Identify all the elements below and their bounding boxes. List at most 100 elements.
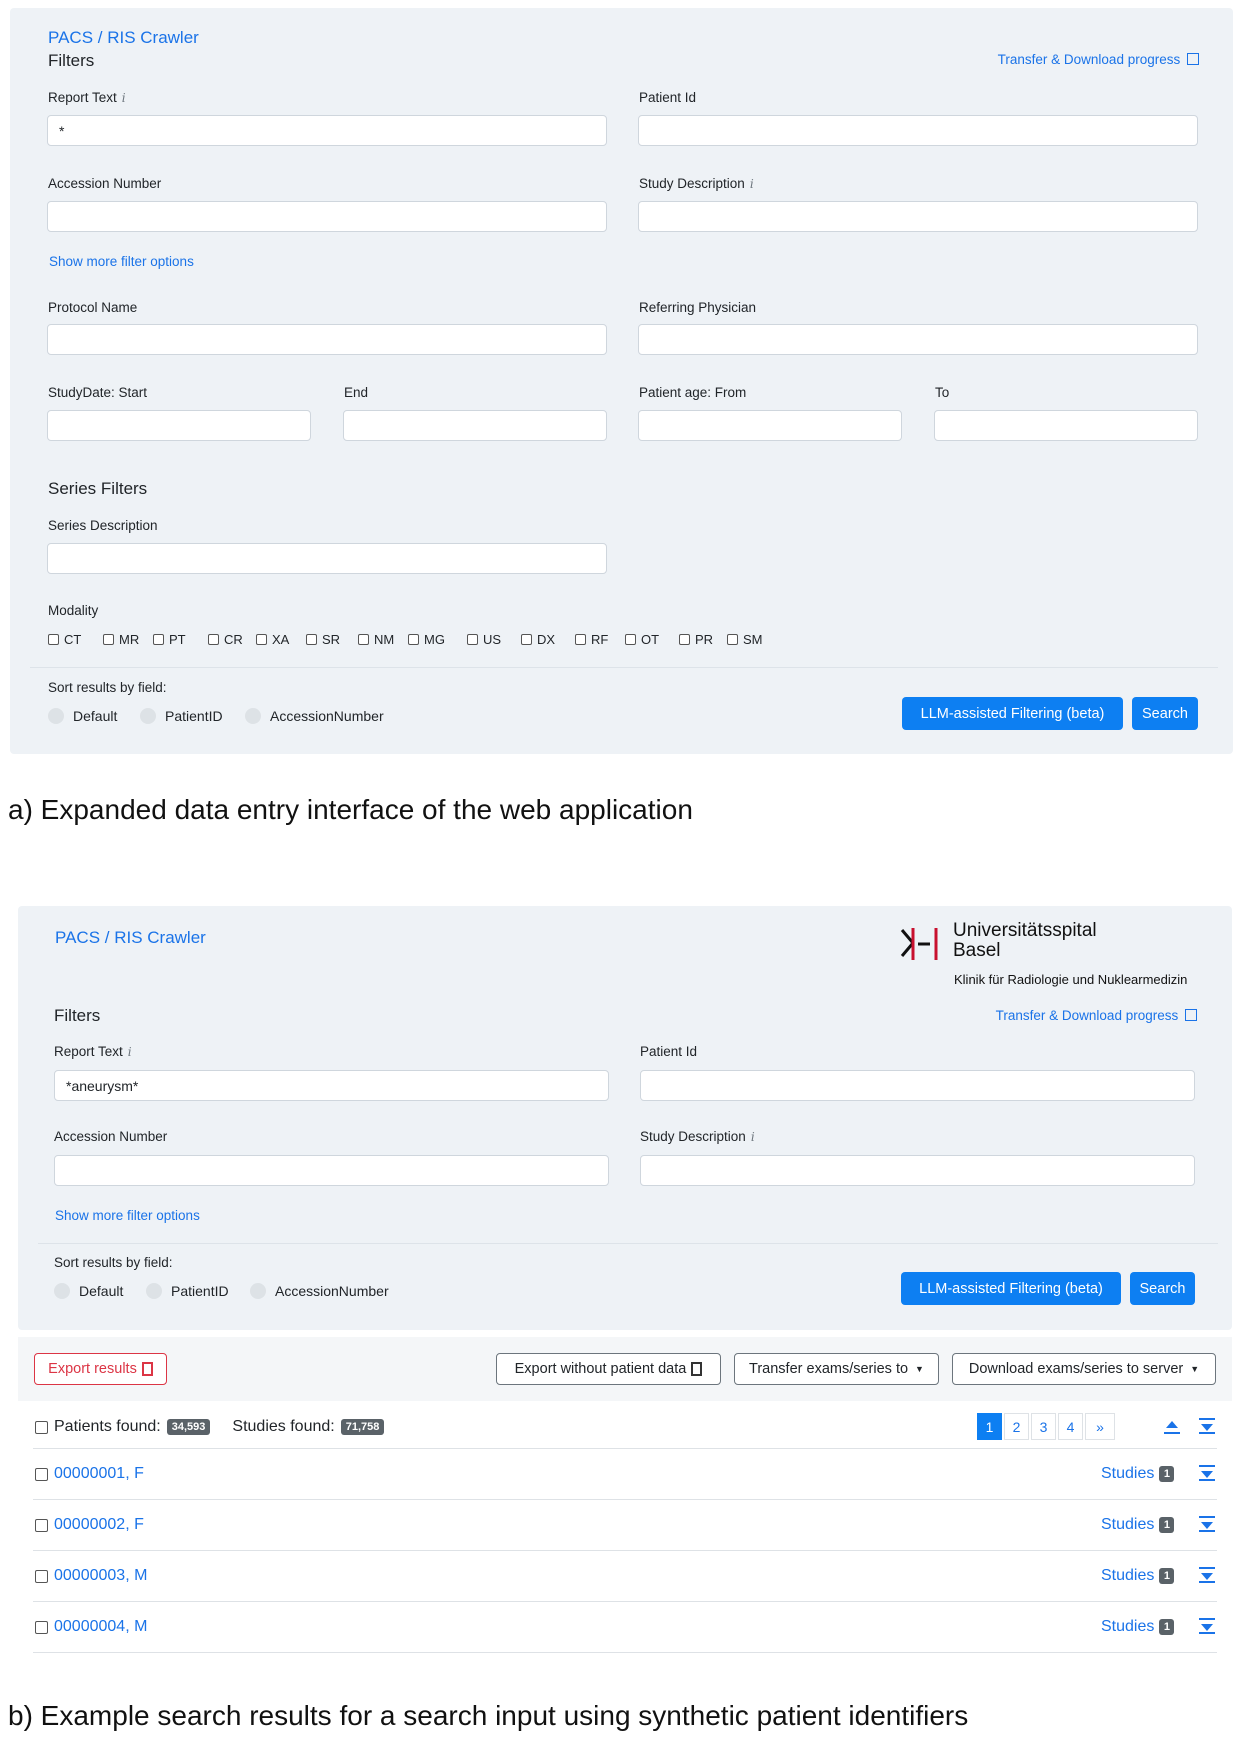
modality-checkbox-sm[interactable]: SM <box>727 632 763 647</box>
export-results-button[interactable]: Export results <box>34 1353 167 1385</box>
checkbox[interactable] <box>48 634 59 645</box>
transfer-exams-dropdown[interactable]: Transfer exams/series to ▼ <box>734 1353 939 1385</box>
modality-checkbox-dx[interactable]: DX <box>521 632 555 647</box>
expand-row-icon[interactable] <box>1198 1464 1216 1487</box>
row-checkbox[interactable] <box>35 1467 48 1481</box>
search-button[interactable]: Search <box>1130 1272 1195 1305</box>
study-description-input[interactable] <box>640 1155 1195 1186</box>
expand-all-icon[interactable] <box>1198 1417 1216 1435</box>
export-without-patient-data-button[interactable]: Export without patient data <box>496 1353 721 1385</box>
row-checkbox[interactable] <box>35 1518 48 1532</box>
sort-option-default[interactable]: Default <box>54 1283 123 1299</box>
patient-id-input[interactable] <box>638 115 1198 146</box>
modality-checkbox-pr[interactable]: PR <box>679 632 713 647</box>
collapse-all-icon[interactable] <box>1163 1417 1181 1435</box>
checkbox[interactable] <box>467 634 478 645</box>
patient-age-from-input[interactable] <box>638 410 902 441</box>
modality-checkbox-ct[interactable]: CT <box>48 632 81 647</box>
report-text-input[interactable] <box>54 1070 609 1101</box>
patient-link[interactable]: 00000003, M <box>54 1567 147 1585</box>
study-date-start-input[interactable] <box>47 410 311 441</box>
sort-option-patientid[interactable]: PatientID <box>146 1283 229 1299</box>
radio-button[interactable] <box>146 1283 162 1299</box>
modality-checkbox-pt[interactable]: PT <box>153 632 186 647</box>
report-text-input[interactable] <box>47 115 607 146</box>
radio-button[interactable] <box>48 708 64 724</box>
info-icon[interactable]: i <box>122 91 126 105</box>
checkbox[interactable] <box>153 634 164 645</box>
patient-link[interactable]: 00000002, F <box>54 1516 144 1534</box>
patient-link[interactable]: 00000001, F <box>54 1465 144 1483</box>
referring-physician-input[interactable] <box>638 324 1198 355</box>
checkbox[interactable] <box>575 634 586 645</box>
row-checkbox[interactable] <box>35 1569 48 1583</box>
study-date-end-input[interactable] <box>343 410 607 441</box>
expand-row-icon[interactable] <box>1198 1566 1216 1589</box>
patient-row[interactable]: 00000004, M <box>35 1618 147 1636</box>
accession-number-input[interactable] <box>47 201 607 232</box>
checkbox[interactable] <box>408 634 419 645</box>
app-title-link[interactable]: PACS / RIS Crawler <box>48 28 199 48</box>
modality-checkbox-nm[interactable]: NM <box>358 632 394 647</box>
pagination-next[interactable]: » <box>1085 1413 1115 1440</box>
sort-option-default[interactable]: Default <box>48 708 117 724</box>
studies-link[interactable]: Studies 1 <box>1101 1516 1175 1534</box>
modality-checkbox-cr[interactable]: CR <box>208 632 243 647</box>
patient-link[interactable]: 00000004, M <box>54 1618 147 1636</box>
pagination-page[interactable]: 4 <box>1058 1413 1083 1440</box>
patient-row[interactable]: 00000001, F <box>35 1465 144 1483</box>
pagination-page[interactable]: 3 <box>1031 1413 1056 1440</box>
patient-id-input[interactable] <box>640 1070 1195 1101</box>
info-icon[interactable]: i <box>128 1045 132 1059</box>
show-more-filters-link[interactable]: Show more filter options <box>55 1208 200 1223</box>
checkbox[interactable] <box>679 634 690 645</box>
checkbox[interactable] <box>208 634 219 645</box>
modality-checkbox-mr[interactable]: MR <box>103 632 139 647</box>
checkbox[interactable] <box>358 634 369 645</box>
protocol-name-input[interactable] <box>47 324 607 355</box>
radio-button[interactable] <box>250 1283 266 1299</box>
checkbox[interactable] <box>256 634 267 645</box>
study-description-input[interactable] <box>638 201 1198 232</box>
info-icon[interactable]: i <box>750 177 754 191</box>
checkbox[interactable] <box>521 634 532 645</box>
info-icon[interactable]: i <box>751 1130 755 1144</box>
llm-filtering-button[interactable]: LLM-assisted Filtering (beta) <box>902 697 1123 730</box>
row-checkbox[interactable] <box>35 1620 48 1634</box>
modality-checkbox-mg[interactable]: MG <box>408 632 445 647</box>
patient-row[interactable]: 00000002, F <box>35 1516 144 1534</box>
modality-checkbox-sr[interactable]: SR <box>306 632 340 647</box>
accession-number-input[interactable] <box>54 1155 609 1186</box>
studies-link[interactable]: Studies 1 <box>1101 1618 1175 1636</box>
expand-row-icon[interactable] <box>1198 1617 1216 1640</box>
pagination-page[interactable]: 2 <box>1004 1413 1029 1440</box>
llm-filtering-button[interactable]: LLM-assisted Filtering (beta) <box>901 1272 1121 1305</box>
expand-row-icon[interactable] <box>1198 1515 1216 1538</box>
radio-button[interactable] <box>140 708 156 724</box>
checkbox[interactable] <box>625 634 636 645</box>
radio-button[interactable] <box>245 708 261 724</box>
transfer-progress-link[interactable]: Transfer & Download progress <box>996 1008 1197 1023</box>
pagination-page[interactable]: 1 <box>977 1413 1002 1440</box>
sort-option-accessionnumber[interactable]: AccessionNumber <box>245 708 384 724</box>
checkbox[interactable] <box>727 634 738 645</box>
modality-checkbox-us[interactable]: US <box>467 632 501 647</box>
studies-link[interactable]: Studies 1 <box>1101 1567 1175 1585</box>
select-all-checkbox[interactable] <box>35 1420 48 1434</box>
modality-checkbox-xa[interactable]: XA <box>256 632 289 647</box>
modality-checkbox-ot[interactable]: OT <box>625 632 659 647</box>
checkbox[interactable] <box>103 634 114 645</box>
show-more-filters-link[interactable]: Show more filter options <box>49 254 194 269</box>
patient-row[interactable]: 00000003, M <box>35 1567 147 1585</box>
sort-option-accessionnumber[interactable]: AccessionNumber <box>250 1283 389 1299</box>
search-button[interactable]: Search <box>1132 697 1198 730</box>
download-exams-dropdown[interactable]: Download exams/series to server ▼ <box>952 1353 1216 1385</box>
sort-option-patientid[interactable]: PatientID <box>140 708 223 724</box>
transfer-progress-link[interactable]: Transfer & Download progress <box>998 52 1199 67</box>
studies-link[interactable]: Studies 1 <box>1101 1465 1175 1483</box>
modality-checkbox-rf[interactable]: RF <box>575 632 608 647</box>
patient-age-to-input[interactable] <box>934 410 1198 441</box>
app-title-link[interactable]: PACS / RIS Crawler <box>55 928 206 948</box>
series-description-input[interactable] <box>47 543 607 574</box>
radio-button[interactable] <box>54 1283 70 1299</box>
